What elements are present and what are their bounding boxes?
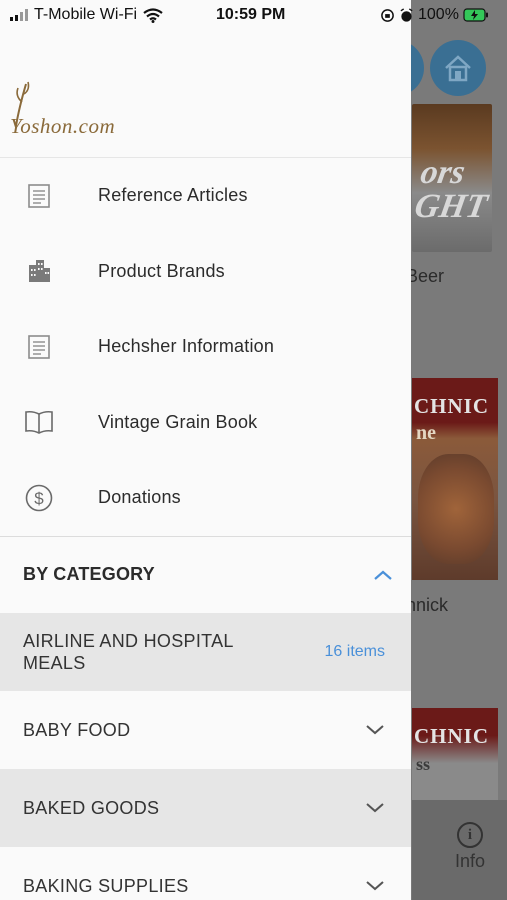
tab-info: i Info [452, 822, 488, 872]
site-logo: Yoshon.com [10, 81, 115, 139]
chevron-down-icon[interactable] [365, 724, 385, 736]
menu-item-reference-articles[interactable]: Reference Articles [0, 158, 411, 234]
product-brand-text: CHNIC [414, 394, 490, 418]
category-row-baked-goods[interactable]: BAKED GOODS [0, 768, 411, 847]
menu-item-hechsher-information[interactable]: Hechsher Information [0, 309, 411, 385]
wifi-icon [143, 7, 163, 23]
info-icon: i [457, 822, 483, 848]
chevron-up-icon[interactable] [373, 569, 393, 581]
category-title: BY CATEGORY [23, 564, 155, 584]
orientation-lock-icon [381, 8, 394, 22]
category-section-header[interactable]: BY CATEGORY [0, 537, 411, 613]
menu-item-product-brands[interactable]: Product Brands [0, 234, 411, 310]
article-icon [22, 330, 56, 364]
tab-info-label: Info [454, 851, 486, 871]
menu-item-label: Vintage Grain Book [98, 411, 258, 432]
product-brand-text-2: CHNIC [414, 724, 490, 748]
menu-item-label: Product Brands [98, 260, 225, 281]
alarm-icon [400, 7, 413, 22]
product-sub-text-2: ss [416, 754, 431, 774]
category-item-count: 16 items [324, 642, 385, 660]
product-image-2: CHNIC ne [412, 378, 498, 580]
wheat-icon [15, 81, 30, 127]
product-photo [418, 454, 494, 564]
chevron-down-icon[interactable] [365, 802, 385, 814]
category-row-name: BAKED GOODS [23, 797, 160, 818]
home-icon [445, 55, 471, 82]
side-drawer: T-Mobile Wi-Fi 10:59 PM Yoshon.com Refer… [0, 0, 411, 900]
category-row-baby-food[interactable]: BABY FOOD [0, 691, 411, 769]
category-row-name: AIRLINE AND HOSPITAL MEALS [23, 630, 234, 673]
logo-area: Yoshon.com [0, 30, 411, 158]
clock: 10:59 PM [216, 6, 286, 23]
category-row-baking-supplies[interactable]: BAKING SUPPLIES [0, 847, 411, 900]
status-bar: T-Mobile Wi-Fi 10:59 PM [0, 0, 411, 30]
can-text: ors GHT [411, 154, 491, 225]
building-icon [22, 254, 56, 288]
product-caption-1: Beer [406, 266, 445, 286]
menu-item-donations[interactable]: $ Donations [0, 460, 411, 536]
menu-item-label: Reference Articles [98, 185, 248, 206]
product-image-beer: ors GHT [412, 104, 492, 252]
category-row-airline-and-hospital-meals[interactable]: AIRLINE AND HOSPITAL MEALS 16 items [0, 612, 411, 691]
carrier-label: T-Mobile Wi-Fi [34, 6, 138, 23]
product-sub-text: ne [416, 422, 436, 444]
article-icon [22, 179, 56, 213]
menu-list: Reference Articles Product Brands Hechsh… [0, 158, 411, 537]
book-icon [22, 405, 56, 439]
battery-charging-icon [463, 8, 488, 22]
battery-percent: 100% [418, 6, 459, 23]
chevron-down-icon[interactable] [365, 880, 385, 892]
svg-text:$: $ [34, 489, 44, 508]
cellular-signal-icon [10, 9, 28, 21]
menu-item-label: Donations [98, 487, 181, 508]
menu-item-label: Hechsher Information [98, 336, 275, 357]
category-row-name: BABY FOOD [23, 719, 131, 740]
status-bar-right: 100% [380, 6, 489, 24]
product-image-3: CHNIC ss [412, 708, 498, 800]
product-caption-2: nnick [406, 595, 449, 615]
category-row-name: BAKING SUPPLIES [23, 875, 189, 896]
home-button [430, 40, 486, 96]
dollar-icon: $ [22, 481, 56, 515]
menu-item-vintage-grain-book[interactable]: Vintage Grain Book [0, 385, 411, 461]
